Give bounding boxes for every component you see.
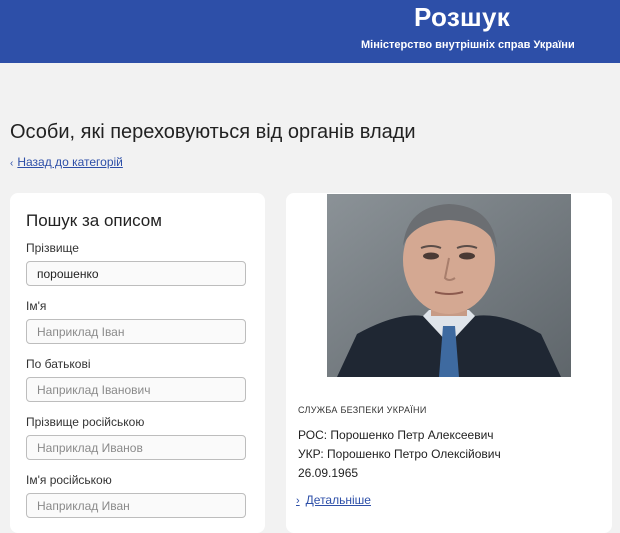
site-header: Розшук Міністерство внутрішніх справ Укр… [0, 0, 620, 63]
details-link[interactable]: › Детальніше [296, 493, 371, 507]
name-ru: РОС: Порошенко Петр Алексеевич [298, 428, 494, 442]
first-name-label: Ім'я [26, 299, 47, 313]
surname-ru-input[interactable] [26, 435, 246, 460]
surname-ru-label: Прізвище російською [26, 415, 145, 429]
chevron-left-icon: ‹ [10, 158, 14, 169]
page-title: Особи, які переховуються від органів вла… [10, 121, 416, 143]
birth-date: 26.09.1965 [298, 466, 359, 480]
person-photo[interactable] [327, 194, 571, 377]
patronymic-input[interactable] [26, 377, 246, 402]
name-ua: УКР: Порошенко Петро Олексійович [298, 447, 501, 461]
agency-name: СЛУЖБА БЕЗПЕКИ УКРАЇНИ [298, 405, 427, 415]
first-name-ru-input[interactable] [26, 493, 246, 518]
search-heading: Пошук за описом [26, 211, 162, 230]
surname-label: Прізвище [26, 241, 79, 255]
result-card: СЛУЖБА БЕЗПЕКИ УКРАЇНИ РОС: Порошенко Пе… [286, 193, 612, 533]
search-panel: Пошук за описом Прізвище Ім'я По батьков… [10, 193, 265, 533]
back-to-categories-link[interactable]: ‹ Назад до категорій [10, 155, 123, 169]
patronymic-label: По батькові [26, 357, 91, 371]
first-name-ru-label: Ім'я російською [26, 473, 112, 487]
first-name-input[interactable] [26, 319, 246, 344]
site-subtitle: Міністерство внутрішніх справ України [361, 39, 575, 51]
site-title[interactable]: Розшук [414, 2, 510, 33]
surname-input[interactable] [26, 261, 246, 286]
chevron-right-icon: › [296, 495, 300, 507]
